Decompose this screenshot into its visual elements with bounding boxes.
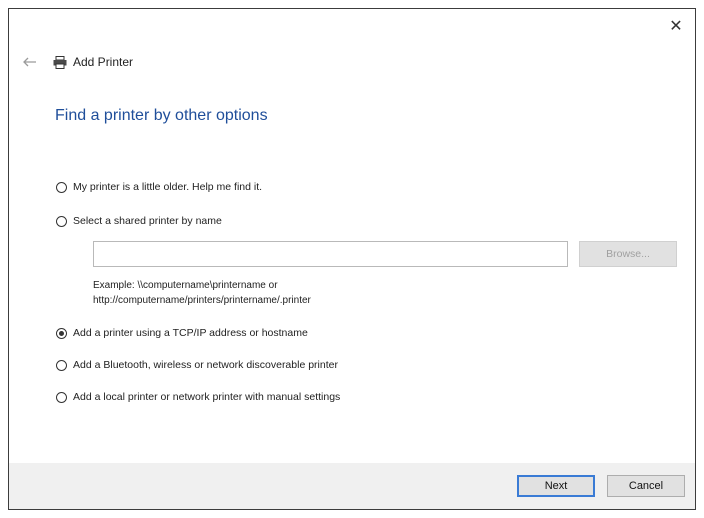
option-tcpip-label: Add a printer using a TCP/IP address or …	[73, 327, 308, 339]
radio-local-manual[interactable]	[56, 391, 67, 403]
add-printer-dialog: ✕ Add Printer Find a printer by other op…	[8, 8, 696, 510]
dialog-footer: Next Cancel	[9, 463, 695, 509]
example-hint: Example: \\computername\printername or h…	[93, 278, 311, 308]
option-older-printer-label: My printer is a little older. Help me fi…	[73, 181, 263, 193]
cancel-button[interactable]: Cancel	[607, 475, 685, 497]
option-bluetooth-label: Add a Bluetooth, wireless or network dis…	[73, 359, 338, 371]
close-icon: ✕	[669, 18, 683, 35]
next-button[interactable]: Next	[517, 475, 595, 497]
close-button[interactable]: ✕	[665, 15, 687, 37]
browse-button[interactable]: Browse...	[579, 241, 677, 267]
page-heading: Find a printer by other options	[55, 107, 268, 124]
title-bar: Add Printer	[21, 51, 133, 73]
back-button[interactable]	[21, 53, 39, 71]
radio-older-printer[interactable]	[56, 181, 67, 193]
option-local-manual[interactable]: Add a local printer or network printer w…	[56, 391, 340, 403]
radio-bluetooth[interactable]	[56, 359, 67, 371]
title-group: Add Printer	[53, 55, 133, 69]
shared-printer-name-input[interactable]	[93, 241, 568, 267]
back-arrow-icon	[23, 57, 36, 67]
example-line-2: http://computername/printers/printername…	[93, 295, 311, 306]
option-tcpip[interactable]: Add a printer using a TCP/IP address or …	[56, 327, 308, 339]
window-title: Add Printer	[73, 55, 134, 69]
example-line-1: Example: \\computername\printername or	[93, 280, 278, 291]
option-local-manual-label: Add a local printer or network printer w…	[73, 391, 341, 403]
option-older-printer[interactable]: My printer is a little older. Help me fi…	[56, 181, 262, 193]
radio-tcpip[interactable]	[56, 327, 67, 339]
option-shared-printer[interactable]: Select a shared printer by name	[56, 215, 222, 227]
printer-icon	[53, 55, 67, 69]
option-bluetooth[interactable]: Add a Bluetooth, wireless or network dis…	[56, 359, 338, 371]
radio-shared-printer[interactable]	[56, 215, 67, 227]
option-shared-printer-label: Select a shared printer by name	[73, 215, 222, 227]
